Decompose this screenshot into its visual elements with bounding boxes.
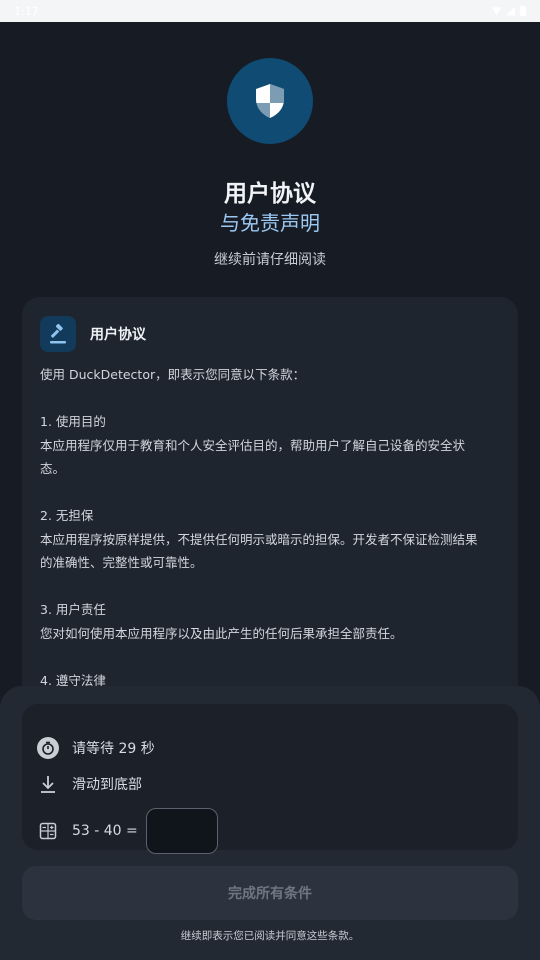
- section-heading: 1. 使用目的: [40, 414, 106, 429]
- wait-condition: 请等待 29 秒: [36, 736, 155, 760]
- battery-icon: [520, 6, 526, 16]
- status-bar: 1:17: [0, 0, 540, 22]
- scroll-condition: 滑动到底部: [36, 772, 142, 796]
- math-answer-input[interactable]: [145, 808, 218, 854]
- section-text: 您对如何使用本应用程序以及由此产生的任何后果承担全部责任。: [40, 625, 403, 641]
- timer-icon: [36, 736, 60, 760]
- section-heading: 3. 用户责任: [40, 602, 106, 617]
- agreement-text: 使用 DuckDetector，即表示您同意以下条款： 1. 使用目的 本应用程…: [40, 363, 500, 692]
- shield-badge: [227, 58, 313, 144]
- signal-icon: [506, 6, 515, 16]
- gavel-icon: [40, 316, 76, 352]
- wifi-icon: [492, 7, 501, 16]
- math-condition: 53 - 40 =: [36, 808, 218, 854]
- agreement-card[interactable]: 用户协议 使用 DuckDetector，即表示您同意以下条款： 1. 使用目的…: [22, 297, 518, 717]
- wait-label: 请等待 29 秒: [72, 741, 155, 757]
- scroll-label: 滑动到底部: [72, 777, 142, 793]
- footer-note: 继续即表示您已阅读并同意这些条款。: [180, 930, 360, 942]
- read-hint: 继续前请仔细阅读: [214, 252, 326, 268]
- section-text-cont: 态。: [40, 461, 66, 476]
- shield-icon: [256, 84, 284, 118]
- section-text: 本应用程序仅用于教育和个人安全评估目的，帮助用户了解自己设备的安全状: [40, 437, 466, 453]
- conditions-box: 请等待 29 秒 滑动到底部 53 - 40 =: [22, 704, 518, 854]
- page-title: 用户协议: [224, 181, 316, 207]
- status-icons: [492, 6, 526, 16]
- section-heading: 2. 无担保: [40, 508, 94, 523]
- page-subtitle: 与免责声明: [220, 211, 320, 235]
- agreement-intro: 使用 DuckDetector，即表示您同意以下条款：: [40, 367, 306, 382]
- download-arrow-icon: [36, 772, 60, 796]
- agreement-card-title: 用户协议: [90, 327, 146, 343]
- finish-button[interactable]: 完成所有条件: [22, 866, 518, 920]
- calculator-icon: [36, 819, 60, 843]
- section-text-cont: 的准确性、完整性或可靠性。: [40, 555, 203, 570]
- conditions-sheet: 请等待 29 秒 滑动到底部 53 - 40 = 完成所有条件 继续即表示您已阅…: [0, 686, 540, 960]
- agreement-card-header: 用户协议: [40, 316, 146, 352]
- section-text: 本应用程序按原样提供，不提供任何明示或暗示的担保。开发者不保证检测结果: [40, 531, 478, 547]
- math-question: 53 - 40 =: [72, 823, 138, 839]
- status-time: 1:17: [14, 4, 39, 18]
